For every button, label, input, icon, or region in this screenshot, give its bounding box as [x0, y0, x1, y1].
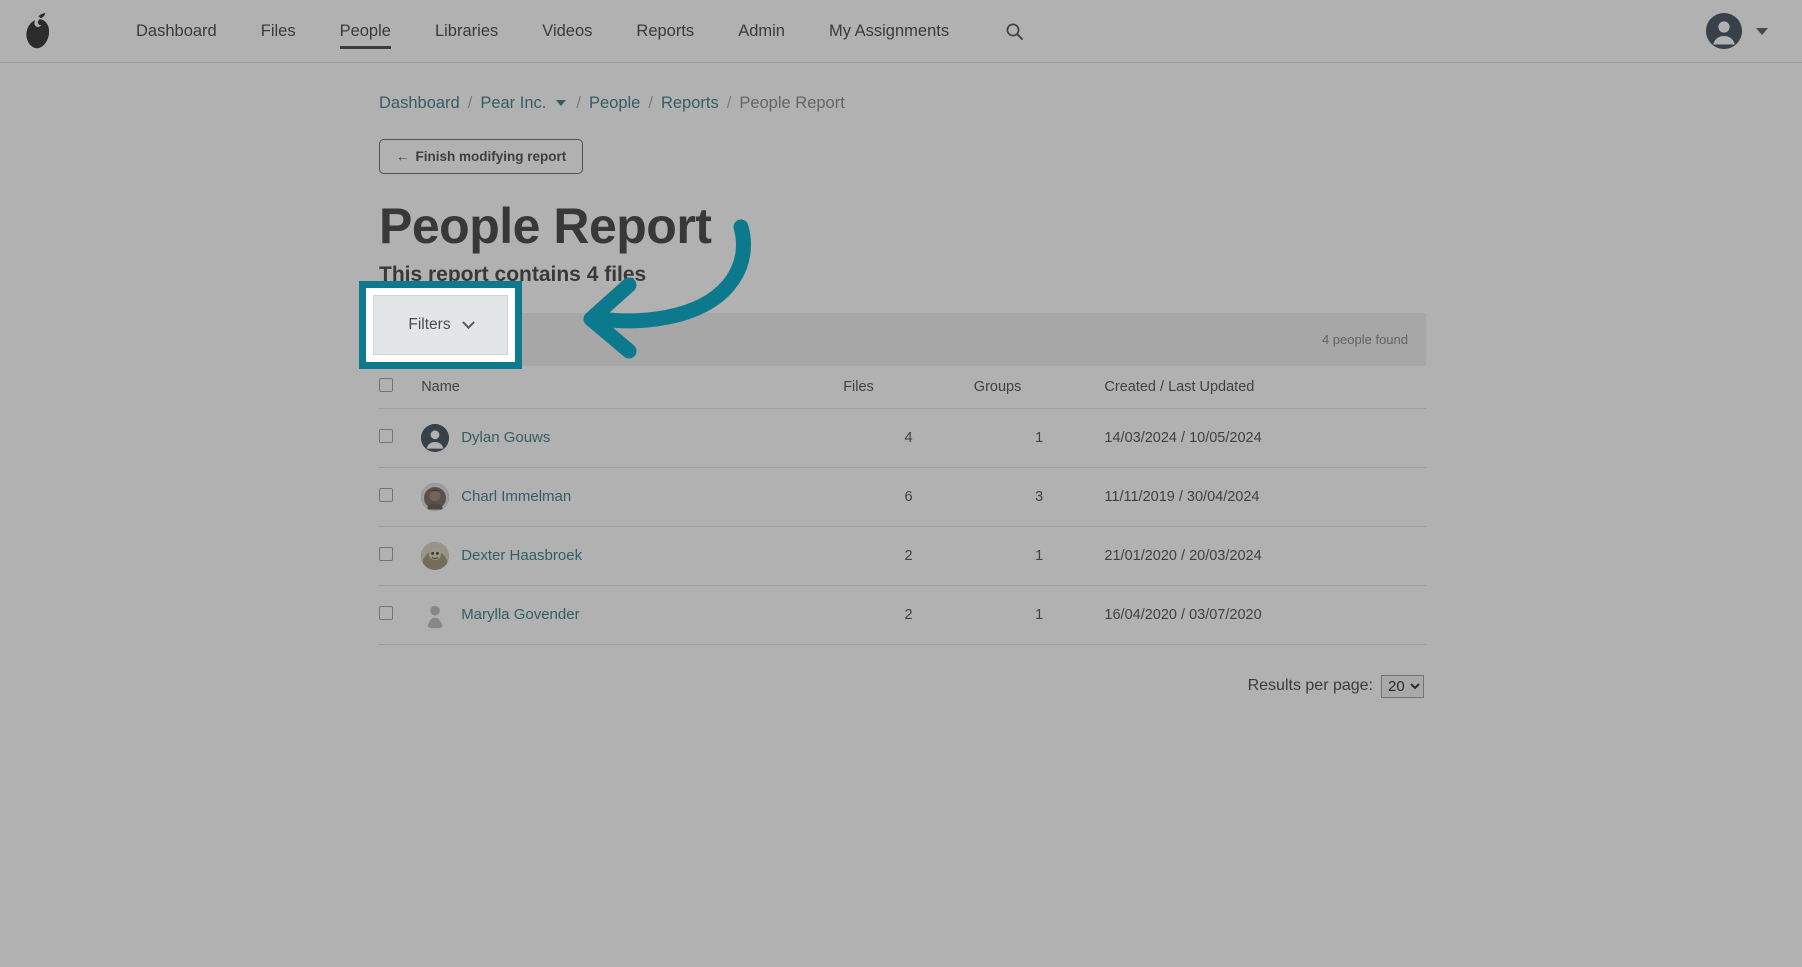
table-row[interactable]: Dexter Haasbroek 2 1 21/01/2020 / 20/03/…	[379, 526, 1426, 586]
table-footer: Results per page: 20	[379, 674, 1426, 698]
table-header-row: Name Files Groups Created / Last Updated	[379, 365, 1426, 409]
person-link[interactable]: Charl Immelman	[461, 488, 571, 505]
table-row[interactable]: Charl Immelman 6 3 11/11/2019 / 30/04/20…	[379, 467, 1426, 527]
people-table-card: Filters 4 people found Name Files Groups…	[379, 312, 1426, 698]
user-avatar-icon[interactable]	[1706, 13, 1742, 49]
results-found-count: 4 people found	[1321, 331, 1408, 347]
row-name-cell: Dexter Haasbroek	[421, 526, 844, 586]
nav-item-dashboard[interactable]: Dashboard	[114, 0, 239, 63]
row-checkbox[interactable]	[379, 487, 393, 502]
nav-item-label: Dashboard	[136, 21, 217, 40]
arrow-left-icon: ←	[396, 149, 410, 164]
row-groups-count: 3	[973, 467, 1105, 527]
avatar	[421, 423, 450, 452]
row-groups-count: 1	[973, 585, 1105, 645]
row-select-cell	[379, 467, 422, 527]
select-all-checkbox[interactable]	[379, 377, 393, 392]
account-area	[1706, 13, 1780, 49]
nav-item-videos[interactable]: Videos	[520, 0, 614, 63]
column-header-name[interactable]: Name	[421, 365, 844, 409]
row-created-last-updated: 21/01/2020 / 20/03/2024	[1104, 526, 1426, 586]
chevron-down-icon	[460, 329, 474, 343]
page-root: Dashboard Files People Libraries Videos …	[0, 0, 1802, 967]
table-row[interactable]: Marylla Govender 2 1 16/04/2020 / 03/07/…	[379, 585, 1426, 645]
search-icon[interactable]	[997, 14, 1031, 48]
row-select-cell	[379, 408, 422, 468]
main-content: Dashboard / Pear Inc. / People / Reports…	[0, 63, 1802, 698]
table-row[interactable]: Dylan Gouws 4 1 14/03/2024 / 10/05/2024	[379, 408, 1426, 468]
row-name-cell: Dylan Gouws	[421, 408, 844, 468]
account-chevron-down-icon[interactable]	[1756, 27, 1768, 35]
row-files-count: 2	[843, 585, 974, 645]
select-all-header	[379, 365, 422, 409]
avatar	[421, 482, 450, 511]
top-navigation-bar: Dashboard Files People Libraries Videos …	[0, 0, 1802, 63]
breadcrumb: Dashboard / Pear Inc. / People / Reports…	[379, 89, 1802, 117]
nav-item-my-assignments[interactable]: My Assignments	[807, 0, 971, 63]
nav-links: Dashboard Files People Libraries Videos …	[114, 0, 1031, 62]
avatar	[421, 600, 450, 629]
person-link[interactable]: Dexter Haasbroek	[461, 547, 582, 564]
row-groups-count: 1	[973, 408, 1105, 468]
row-name-cell: Marylla Govender	[421, 585, 844, 645]
row-created-last-updated: 14/03/2024 / 10/05/2024	[1104, 408, 1426, 468]
page-subtitle: This report contains 4 files	[379, 262, 647, 286]
breadcrumb-separator: /	[467, 93, 473, 112]
table-toolbar: Filters 4 people found	[379, 312, 1426, 366]
person-link[interactable]: Marylla Govender	[461, 606, 579, 623]
row-files-count: 4	[843, 408, 974, 468]
nav-item-label: Files	[260, 21, 296, 40]
nav-item-admin[interactable]: Admin	[716, 0, 807, 63]
breadcrumb-item-reports[interactable]: Reports	[661, 94, 719, 113]
nav-item-reports[interactable]: Reports	[614, 0, 716, 63]
row-created-last-updated: 16/04/2020 / 03/07/2020	[1104, 585, 1426, 645]
table-header: Name Files Groups Created / Last Updated	[379, 365, 1426, 409]
breadcrumb-item-people[interactable]: People	[589, 94, 640, 113]
breadcrumb-item-dashboard[interactable]: Dashboard	[379, 94, 460, 113]
breadcrumb-item-pear-inc[interactable]: Pear Inc.	[480, 94, 546, 113]
row-checkbox[interactable]	[379, 428, 393, 443]
column-header-files[interactable]: Files	[843, 365, 974, 409]
breadcrumb-item-people-report: People Report	[739, 93, 845, 112]
person-link[interactable]: Dylan Gouws	[461, 429, 550, 446]
filters-button[interactable]: Filters	[388, 320, 491, 358]
filters-button-label: Filters	[407, 330, 450, 347]
nav-item-libraries[interactable]: Libraries	[413, 0, 520, 63]
row-created-last-updated: 11/11/2019 / 30/04/2024	[1104, 467, 1426, 527]
row-files-count: 6	[843, 467, 974, 527]
finish-modifying-report-label: Finish modifying report	[415, 149, 567, 164]
row-checkbox[interactable]	[379, 546, 393, 561]
nav-item-label: Reports	[636, 21, 695, 40]
page-title: People Report	[379, 198, 712, 254]
row-select-cell	[379, 585, 422, 645]
row-name-cell: Charl Immelman	[421, 467, 844, 527]
nav-item-people[interactable]: People	[318, 0, 413, 63]
pear-logo-icon[interactable]	[18, 9, 58, 53]
results-per-page-label: Results per page:	[1247, 677, 1373, 694]
breadcrumb-separator: /	[726, 93, 732, 112]
nav-item-label: Libraries	[434, 21, 499, 40]
nav-item-label: Admin	[738, 21, 785, 40]
nav-item-label: Videos	[542, 21, 593, 40]
breadcrumb-separator: /	[576, 93, 581, 112]
table-body: Dylan Gouws 4 1 14/03/2024 / 10/05/2024	[379, 408, 1426, 645]
finish-modifying-report-button[interactable]: ← Finish modifying report	[379, 139, 584, 174]
breadcrumb-separator: /	[648, 93, 653, 112]
row-select-cell	[379, 526, 422, 586]
column-header-groups[interactable]: Groups	[973, 365, 1105, 409]
nav-item-files[interactable]: Files	[239, 0, 318, 63]
people-table: Name Files Groups Created / Last Updated	[379, 365, 1426, 645]
row-checkbox[interactable]	[379, 605, 393, 620]
row-groups-count: 1	[973, 526, 1105, 586]
column-header-created-last-updated[interactable]: Created / Last Updated	[1104, 365, 1426, 409]
row-files-count: 2	[843, 526, 974, 586]
nav-item-label: People	[339, 21, 391, 40]
breadcrumb-chevron-down-icon[interactable]	[556, 100, 567, 106]
nav-item-label: My Assignments	[828, 21, 950, 40]
avatar	[421, 541, 450, 570]
results-per-page-select[interactable]: 20	[1381, 674, 1424, 698]
